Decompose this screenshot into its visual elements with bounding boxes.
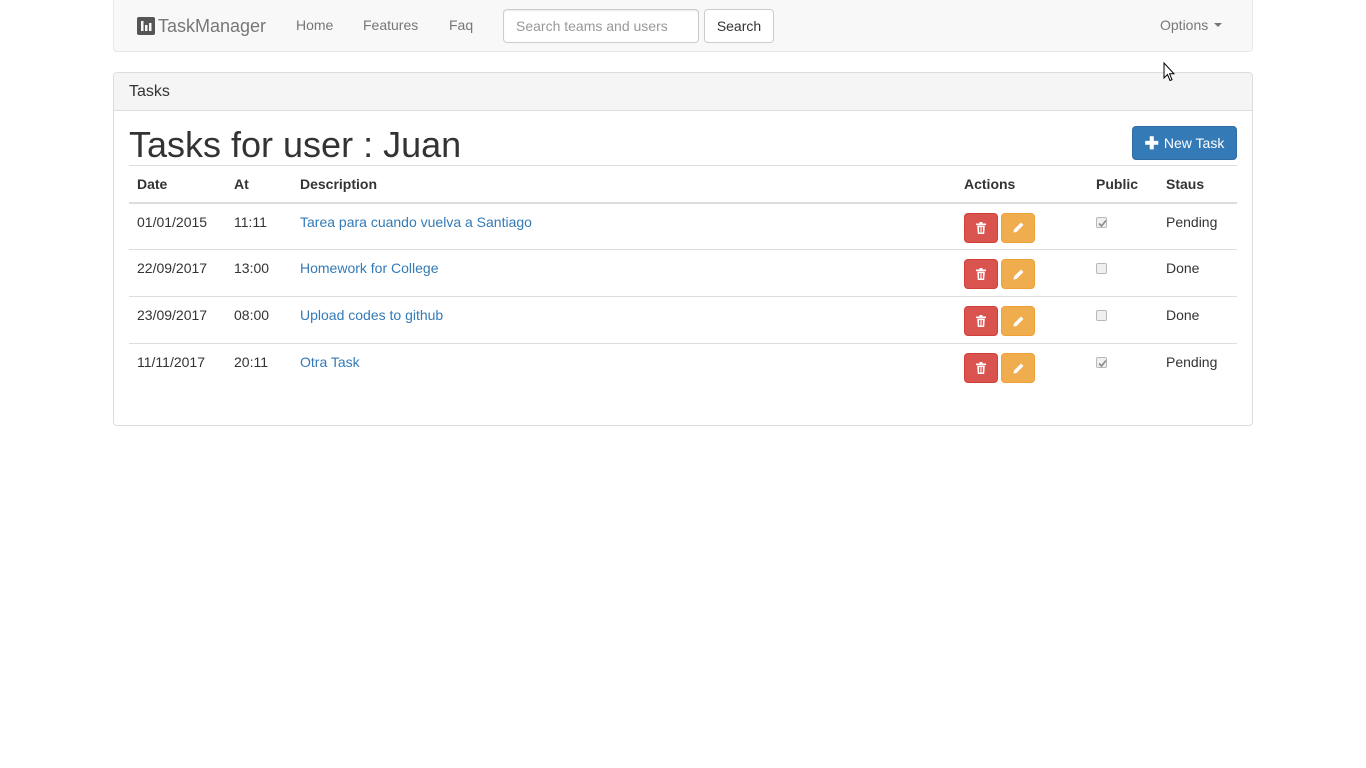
search-input[interactable] (503, 9, 699, 43)
task-description-link[interactable]: Homework for College (300, 260, 439, 276)
table-row: 22/09/2017 13:00 Homework for College Do… (129, 249, 1237, 297)
table-row: 23/09/2017 08:00 Upload codes to github (129, 296, 1237, 344)
cell-date: 11/11/2017 (129, 343, 226, 391)
public-checkbox[interactable] (1096, 310, 1107, 321)
column-header-actions: Actions (956, 165, 1088, 204)
cell-description: Tarea para cuando vuelva a Santiago (292, 203, 956, 250)
brand-name: TaskManager (158, 15, 267, 36)
cell-public (1088, 203, 1158, 250)
caret-down-icon (1214, 23, 1223, 27)
column-header-public: Public (1088, 165, 1158, 204)
column-header-at: At (226, 165, 292, 204)
delete-button[interactable] (964, 306, 998, 336)
public-checkbox[interactable] (1096, 216, 1107, 228)
task-description-link[interactable]: Otra Task (300, 354, 360, 370)
cell-status: Pending (1166, 213, 1218, 230)
nav-home[interactable]: Home (296, 17, 333, 33)
search-button[interactable]: Search (704, 9, 774, 43)
pencil-icon (1013, 363, 1023, 373)
trash-icon (976, 315, 986, 327)
edit-button[interactable] (1001, 212, 1035, 243)
cell-at: 13:00 (226, 249, 292, 297)
trash-icon (976, 221, 986, 234)
table-row: 11/11/2017 20:11 Otra Task Pending (129, 343, 1237, 391)
cell-public (1088, 296, 1158, 344)
cell-date: 22/09/2017 (129, 249, 226, 297)
cell-actions (956, 343, 1088, 391)
task-description-link[interactable]: Upload codes to github (300, 307, 443, 323)
trash-icon (976, 362, 986, 374)
public-checkbox[interactable] (1096, 263, 1107, 274)
pencil-icon (1013, 316, 1023, 326)
cell-at: 20:11 (226, 343, 292, 391)
task-description-link[interactable]: Tarea para cuando vuelva a Santiago (300, 214, 532, 230)
edit-button[interactable] (1001, 259, 1035, 289)
pencil-icon (1013, 269, 1023, 279)
cell-actions (956, 296, 1088, 344)
tasks-panel: Tasks Tasks for user : Juan ✚ New Task D… (113, 72, 1253, 426)
cell-status: Pending (1158, 343, 1237, 391)
panel-heading: Tasks (114, 73, 1252, 111)
edit-button[interactable] (1001, 306, 1035, 336)
new-task-button[interactable]: ✚ New Task (1132, 126, 1237, 160)
column-header-status: Staus (1158, 165, 1237, 204)
table-header-row: Date At Description Actions Public Staus (129, 165, 1237, 204)
cell-actions (956, 249, 1088, 297)
cell-description: Otra Task (292, 343, 956, 391)
bar-chart-icon (137, 17, 155, 35)
cell-date: 23/09/2017 (129, 296, 226, 344)
delete-button[interactable] (964, 212, 998, 243)
public-checkbox[interactable] (1096, 357, 1107, 368)
column-header-description: Description (292, 165, 956, 204)
delete-button[interactable] (964, 353, 998, 383)
cell-status: Done (1158, 296, 1237, 344)
cell-actions (956, 203, 1088, 250)
trash-icon (976, 268, 986, 280)
cell-public (1088, 249, 1158, 297)
cell-at: 08:00 (226, 296, 292, 344)
delete-button[interactable] (964, 259, 998, 289)
navbar: TaskManager Home Features Faq Search Opt… (113, 0, 1253, 52)
pencil-icon (1013, 222, 1023, 233)
cell-at: 11:11 (234, 213, 267, 230)
page-title: Tasks for user : Juan (129, 124, 462, 165)
cell-date: 01/01/2015 (137, 213, 208, 230)
new-task-label: New Task (1163, 135, 1225, 151)
cell-description: Homework for College (292, 249, 956, 297)
nav-features[interactable]: Features (363, 17, 418, 33)
options-label: Options (1160, 17, 1209, 33)
cell-status: Done (1158, 249, 1237, 297)
plus-icon: ✚ (1144, 133, 1159, 153)
edit-button[interactable] (1001, 353, 1035, 383)
cell-public (1088, 343, 1158, 391)
table-row: 01/01/2015 11:11 Tarea para cuando vuelv… (129, 203, 1237, 250)
column-header-date: Date (129, 165, 226, 204)
cell-description: Upload codes to github (292, 296, 956, 344)
check-icon (1098, 359, 1107, 368)
options-dropdown[interactable]: Options (1160, 17, 1223, 33)
nav-faq[interactable]: Faq (449, 17, 473, 33)
mouse-cursor-icon (1163, 61, 1176, 85)
check-icon (1098, 219, 1107, 227)
brand-link[interactable]: TaskManager (137, 14, 266, 38)
tasks-table: Date At Description Actions Public Staus… (129, 165, 1237, 391)
